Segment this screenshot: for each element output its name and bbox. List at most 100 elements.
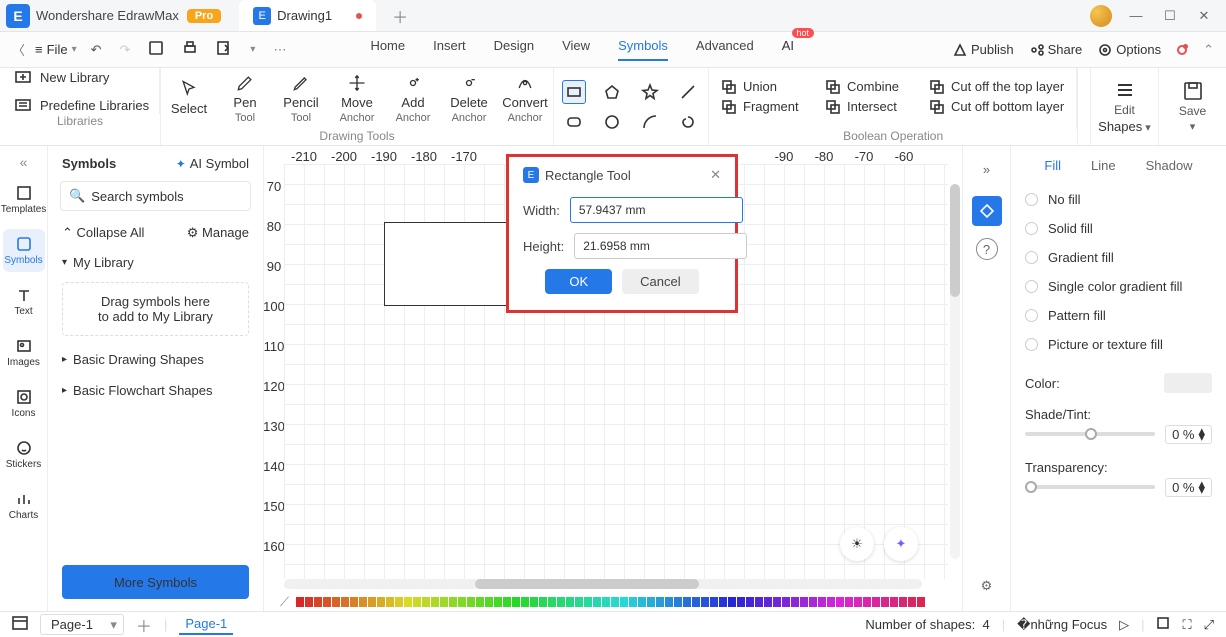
arc-shape[interactable] [638,110,662,134]
rectangle-shape[interactable] [562,80,586,104]
new-library-button[interactable]: New Library [14,68,159,86]
document-tab[interactable]: E Drawing1 [239,0,376,31]
tab-view[interactable]: View [562,38,590,61]
file-menu[interactable]: ≡File▾ [35,42,77,57]
rounded-rect-shape[interactable] [562,110,586,134]
pattern-fill-option[interactable]: Pattern fill [1025,301,1212,330]
rail-templates[interactable]: Templates [3,178,45,221]
close-window-button[interactable]: ✕ [1194,8,1214,24]
manage-button[interactable]: ⚙ Manage [187,225,249,241]
collapse-left-icon[interactable]: « [20,154,28,170]
page-dropdown[interactable]: Page-1 [40,614,124,635]
edit-shapes-button[interactable]: EditShapes ▾ [1090,68,1158,145]
ok-button[interactable]: OK [545,269,612,294]
export-more[interactable]: ▾ [246,42,259,57]
gradient-fill-option[interactable]: Gradient fill [1025,243,1212,272]
height-input[interactable] [574,233,747,259]
ai-symbol-button[interactable]: ✦ AI Symbol [176,156,249,171]
collapse-all-button[interactable]: ⌃ Collapse All [62,225,144,241]
rail-icons[interactable]: Icons [3,382,45,425]
horizontal-scrollbar[interactable] [284,579,922,589]
play-icon[interactable]: ▷ [1119,617,1129,633]
fragment-button[interactable]: Fragment [721,99,801,115]
options-button[interactable]: Options [1098,42,1161,57]
star-shape[interactable] [638,80,662,104]
search-input[interactable]: 🔍Search symbols [60,181,251,211]
spiral-shape[interactable] [676,110,700,134]
add-anchor-tool[interactable]: AddAnchor [385,68,441,129]
line-shape[interactable] [676,80,700,104]
pentagon-shape[interactable] [600,80,624,104]
shadow-tab[interactable]: Shadow [1146,158,1193,173]
cut-bottom-button[interactable]: Cut off bottom layer [929,99,1064,115]
help-icon[interactable]: ? [976,238,998,260]
rail-text[interactable]: Text [3,280,45,323]
color-swatch[interactable] [1164,373,1212,393]
page-view-icon[interactable] [12,616,28,633]
vertical-scrollbar[interactable] [950,184,960,559]
fill-tool-icon[interactable] [972,196,1002,226]
no-fill-option[interactable]: No fill [1025,185,1212,214]
print-icon[interactable] [178,38,202,61]
color-strip[interactable]: ⟋ document.write(Array.from({length:70},… [264,593,962,611]
width-input[interactable] [570,197,743,223]
eyedropper-icon[interactable]: ⟋ [280,594,289,610]
solid-fill-option[interactable]: Solid fill [1025,214,1212,243]
new-tab-button[interactable]: ＋ [386,4,414,28]
redo-button[interactable]: ↷ [116,40,135,60]
add-page-button[interactable]: ＋ [136,613,152,637]
dialog-close-button[interactable]: ✕ [710,167,721,183]
flowchart-shapes-section[interactable]: ▸Basic Flowchart Shapes [48,375,263,406]
publish-button[interactable]: Publish [953,42,1014,57]
cancel-button[interactable]: Cancel [622,269,698,294]
rail-charts[interactable]: Charts [3,484,45,527]
save-icon[interactable] [144,38,168,61]
tab-advanced[interactable]: Advanced [696,38,754,61]
intersect-button[interactable]: Intersect [825,99,905,115]
transparency-slider[interactable] [1025,485,1155,489]
share-button[interactable]: Share [1030,42,1083,57]
save-button[interactable]: Save▾ [1158,68,1226,145]
fullscreen-icon[interactable]: ⤢ [1204,617,1214,633]
page-tab[interactable]: Page-1 [179,614,233,635]
expand-right-icon[interactable]: » [972,154,1002,184]
tab-design[interactable]: Design [494,38,534,61]
notification-icon[interactable] [1177,45,1187,55]
rail-images[interactable]: Images [3,331,45,374]
zoom-out-icon[interactable] [1156,616,1170,633]
collapse-ribbon[interactable]: ⌃ [1203,42,1214,58]
circle-shape[interactable] [600,110,624,134]
transparency-value[interactable]: 0 %▴▾ [1165,478,1212,497]
canvas[interactable]: E Rectangle Tool ✕ Width: Height: OK Can… [284,164,948,579]
fill-tab[interactable]: Fill [1044,158,1061,173]
zoom-fit-icon[interactable]: ⛶ [1182,617,1191,633]
pencil-tool[interactable]: PencilTool [273,68,329,129]
more-symbols-button[interactable]: More Symbols [62,565,249,599]
undo-button[interactable]: ↶ [87,40,106,60]
tab-home[interactable]: Home [370,38,405,61]
texture-fill-option[interactable]: Picture or texture fill [1025,330,1212,359]
select-tool[interactable]: Select [161,68,217,129]
brightness-icon[interactable]: ☀ [840,527,874,561]
shade-slider[interactable] [1025,432,1155,436]
single-gradient-option[interactable]: Single color gradient fill [1025,272,1212,301]
basic-shapes-section[interactable]: ▸Basic Drawing Shapes [48,344,263,375]
cut-top-button[interactable]: Cut off the top layer [929,79,1064,95]
line-tab[interactable]: Line [1091,158,1116,173]
minimize-button[interactable]: — [1126,8,1146,23]
symbol-drop-zone[interactable]: Drag symbols hereto add to My Library [62,282,249,336]
tab-symbols[interactable]: Symbols [618,38,668,61]
more-icon[interactable]: ⋯ [269,40,290,60]
predefine-libraries-button[interactable]: Predefine Libraries [14,96,159,114]
focus-button[interactable]: �những Focus [1017,617,1107,633]
sparkle-icon[interactable]: ✦ [884,527,918,561]
back-button[interactable]: 〈 [12,40,25,59]
user-avatar[interactable] [1090,5,1112,27]
shade-value[interactable]: 0 %▴▾ [1165,425,1212,444]
maximize-button[interactable]: ☐ [1160,8,1180,24]
combine-button[interactable]: Combine [825,79,905,95]
export-icon[interactable] [212,38,236,61]
convert-anchor-tool[interactable]: ConvertAnchor [497,68,553,129]
union-button[interactable]: Union [721,79,801,95]
settings-icon[interactable]: ⚙ [972,571,1002,601]
